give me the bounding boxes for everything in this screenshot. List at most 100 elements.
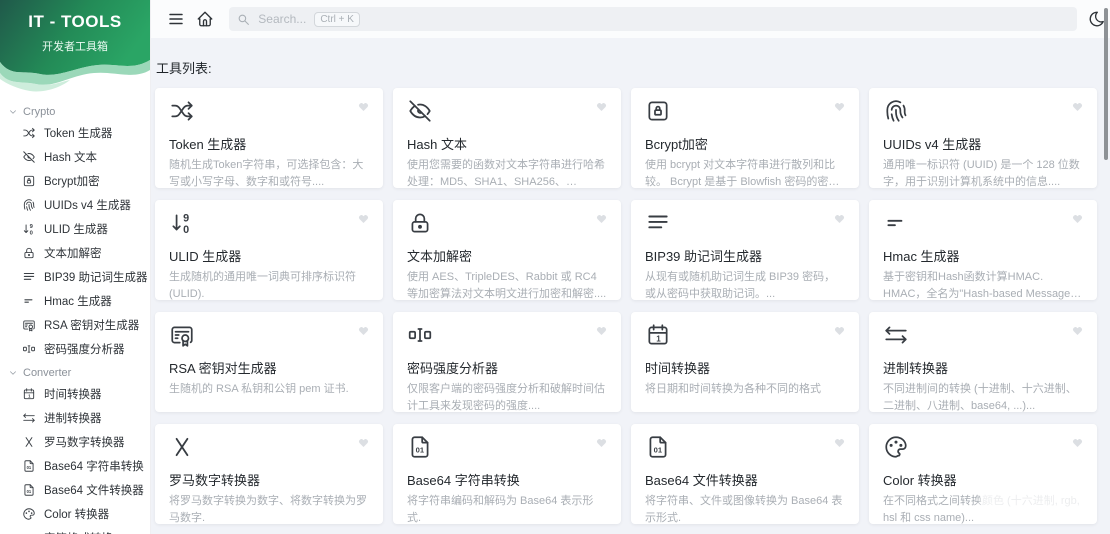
tool-card[interactable]: UUIDs v4 生成器通用唯一标识符 (UUID) 是一个 128 位数字，用… [869, 88, 1097, 188]
heart-icon[interactable] [1071, 212, 1084, 225]
chevron-down-icon [8, 368, 18, 378]
sidebar-item-label: ULID 生成器 [44, 224, 108, 236]
heart-icon[interactable] [1071, 436, 1084, 449]
tool-card-description: 使用您需要的函数对文本字符串进行哈希处理：MD5、SHA1、SHA256、SHA… [407, 159, 605, 188]
sidebar-item[interactable]: 罗马数字转换器 [0, 430, 150, 454]
tool-card-description: 基于密钥和Hash函数计算HMAC. HMAC，全名为"Hash-based M… [883, 271, 1071, 300]
sidebar-item[interactable]: Hash 文本 [0, 145, 150, 169]
tool-card-title: BIP39 助记词生成器 [645, 249, 763, 264]
file-digit-icon [407, 434, 433, 460]
sidebar-item-label: RSA 密钥对生成器 [44, 320, 140, 332]
password-icon [407, 322, 433, 348]
heart-icon[interactable] [595, 212, 608, 225]
sidebar-item-label: 罗马数字转换器 [44, 437, 125, 449]
sidebar-item[interactable]: Hmac 生成器 [0, 289, 150, 313]
heart-icon[interactable] [833, 324, 846, 337]
heart-icon[interactable] [595, 100, 608, 113]
password-icon [22, 342, 36, 356]
tool-card[interactable]: Token 生成器随机生成Token字符串，可选择包含：大写或小写字母、数字和或… [155, 88, 383, 188]
letter-x-icon [22, 435, 36, 449]
heart-icon[interactable] [357, 100, 370, 113]
app-subtitle: 开发者工具箱 [42, 41, 108, 53]
eye-off-icon [407, 98, 433, 124]
sidebar-section-converter[interactable]: Converter [0, 361, 150, 382]
sidebar-item-label: 密码强度分析器 [44, 344, 125, 356]
sidebar-item-label: Base64 字符串转换 [44, 461, 144, 473]
sidebar-item-label: 进制转换器 [44, 413, 102, 425]
tool-card[interactable]: Hash 文本 使用您需要的函数对文本字符串进行哈希处理：MD5、SHA1、SHA… [393, 88, 621, 188]
shuffle-icon [169, 98, 195, 124]
sidebar-header: IT - TOOLS 开发者工具箱 [0, 0, 150, 96]
sidebar-item-label: 时间转换器 [44, 389, 102, 401]
heart-icon[interactable] [833, 100, 846, 113]
tool-card-description: 不同进制间的转换 (十进制、十六进制、二进制、八进制、base64, ...).… [883, 383, 1077, 412]
sidebar-item[interactable]: BIP39 助记词生成器 [0, 265, 150, 289]
sidebar-item[interactable]: Color 转换器 [0, 502, 150, 526]
sidebar-item[interactable]: Base64 文件转换器 [0, 478, 150, 502]
tool-card[interactable]: 文本加解密 使用 AES、TripleDES、Rabbit 或 RC4 等加密算法… [393, 200, 621, 300]
calendar-icon [22, 387, 36, 401]
heart-icon[interactable] [357, 324, 370, 337]
sidebar-item-label: Bcrypt加密 [44, 176, 100, 188]
sidebar-item[interactable]: Base64 字符串转换 [0, 454, 150, 478]
tool-card[interactable]: Bcrypt加密 使用 bcrypt 对文本字符串进行散列和比较。 Bcrypt … [631, 88, 859, 188]
sidebar-item[interactable]: ULID 生成器 [0, 217, 150, 241]
heart-icon[interactable] [357, 212, 370, 225]
sidebar-item[interactable]: Token 生成器 [0, 121, 150, 145]
sidebar-item[interactable]: RSA 密钥对生成器 [0, 313, 150, 337]
tool-card[interactable]: 罗马数字转换器 将罗马数字转换为数字、将数字转换为罗马数字. [155, 424, 383, 524]
tool-card[interactable]: BIP39 助记词生成器 从现有或随机助记词生成 BIP39 密码，或从密码中获取… [631, 200, 859, 300]
palette-icon [883, 434, 909, 460]
sidebar-item[interactable]: 进制转换器 [0, 406, 150, 430]
sidebar-item[interactable]: 文本加解密 [0, 241, 150, 265]
sidebar-item-label: Hash 文本 [44, 152, 98, 164]
scrollbar[interactable] [1104, 8, 1108, 160]
lock-square-icon [645, 98, 671, 124]
heart-icon[interactable] [595, 436, 608, 449]
tool-card-description: 将字符串、文件或图像转换为 Base64 表示形式. [645, 495, 843, 524]
heart-icon[interactable] [833, 436, 846, 449]
sidebar-item[interactable]: 密码强度分析器 [0, 337, 150, 361]
tool-card-title: RSA 密钥对生成器 [169, 361, 277, 376]
sidebar-item-label: Hmac 生成器 [44, 296, 112, 308]
heart-icon[interactable] [1071, 324, 1084, 337]
menu-toggle-button[interactable] [163, 6, 188, 32]
tool-card[interactable]: ULID 生成器 生成随机的通用唯一词典可排序标识符 (ULID). [155, 200, 383, 300]
heart-icon[interactable] [595, 324, 608, 337]
tool-card[interactable]: RSA 密钥对生成器 生随机的 RSA 私钥和公钥 pem 证书. [155, 312, 383, 412]
heart-icon[interactable] [833, 212, 846, 225]
tool-card-title: UUIDs v4 生成器 [883, 137, 982, 152]
tool-card[interactable]: 进制转换器 不同进制间的转换 (十进制、十六进制、二进制、八进制、base64, … [869, 312, 1097, 412]
tool-card[interactable]: Color 转换器在不同格式之间转换颜色 (十六进制, rgb, hsl 和 c… [869, 424, 1097, 524]
chevron-down-icon [8, 107, 18, 117]
tool-card-title: 罗马数字转换器 [169, 473, 261, 488]
app-title: IT - TOOLS [28, 12, 122, 31]
short-lines-icon [22, 294, 36, 308]
sidebar-item[interactable]: Bcrypt加密 [0, 169, 150, 193]
sidebar-item[interactable]: 字符格式转换 [0, 526, 150, 534]
sidebar-item[interactable]: UUIDs v4 生成器 [0, 193, 150, 217]
sidebar-item-label: 字符格式转换 [44, 530, 113, 534]
home-button[interactable] [192, 6, 217, 32]
tool-card[interactable]: Base64 字符串转换 将字符串编码和解码为 Base64 表示形式. [393, 424, 621, 524]
sidebar-item-label: Token 生成器 [44, 128, 113, 140]
sidebar-item-label: 文本加解密 [44, 248, 102, 260]
palette-icon [22, 507, 36, 521]
tool-card-title: Token 生成器 [169, 137, 247, 152]
tool-card[interactable]: Hmac 生成器 基于密钥和Hash函数计算HMAC. HMAC，全名为"Hash… [869, 200, 1097, 300]
heart-icon[interactable] [1071, 100, 1084, 113]
tool-card[interactable]: 密码强度分析器 仅限客户端的密码强度分析和破解时间估计工具来发现密码的强度.... [393, 312, 621, 412]
tool-card-description: 随机生成Token字符串，可选择包含：大写或小写字母、数字和或符号.... [169, 159, 364, 188]
align-justify-icon [22, 270, 36, 284]
heart-icon[interactable] [357, 436, 370, 449]
sidebar-section-crypto[interactable]: Crypto [0, 100, 150, 121]
short-lines-icon [883, 210, 909, 236]
sidebar-item[interactable]: 时间转换器 [0, 382, 150, 406]
scrollbar-track [1102, 0, 1110, 534]
tool-card[interactable]: 时间转换器 将日期和时间转换为各种不同的格式 [631, 312, 859, 412]
tool-card[interactable]: Base64 文件转换器 将字符串、文件或图像转换为 Base64 表示形式. [631, 424, 859, 524]
tools-grid: Token 生成器随机生成Token字符串，可选择包含：大写或小写字母、数字和或… [155, 88, 1097, 524]
tool-card-description: 通用唯一标识符 (UUID) 是一个 128 位数字，用于识别计算机系统中的信息… [883, 159, 1080, 188]
menu-icon [167, 10, 185, 28]
search-input[interactable]: Search... Ctrl + K [229, 7, 1077, 31]
